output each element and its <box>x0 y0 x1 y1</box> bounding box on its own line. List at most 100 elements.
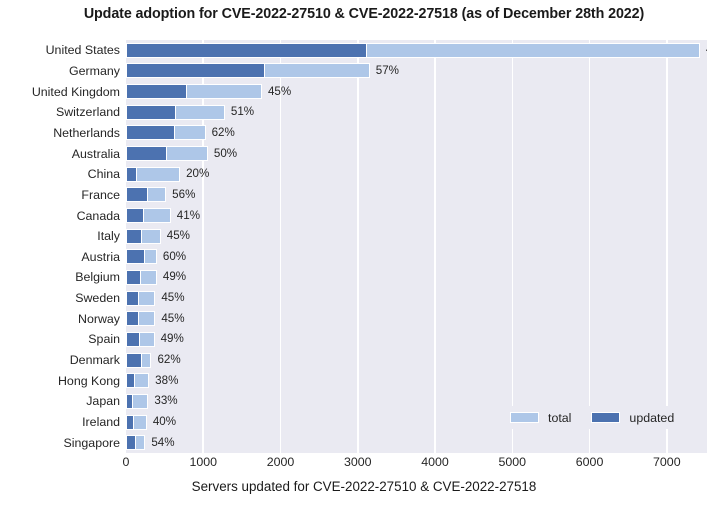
x-axis-label: Servers updated for CVE-2022-27510 & CVE… <box>191 479 537 494</box>
bar-row: 45% <box>126 84 707 100</box>
bar-updated <box>126 42 368 58</box>
bar-row: 56% <box>126 187 707 203</box>
bar-value-label: 20% <box>186 167 210 181</box>
legend-swatch <box>591 412 621 423</box>
bar-value-label: 45% <box>166 229 190 243</box>
bar-updated <box>126 166 137 182</box>
y-axis-tick-label: Spain <box>88 332 120 347</box>
y-axis-tick-label: Netherlands <box>53 125 120 140</box>
x-axis-tick-label: 1000 <box>189 455 218 469</box>
bar-updated <box>126 352 142 368</box>
y-axis-tick-label: Australia <box>71 146 120 161</box>
bar-updated <box>126 414 135 430</box>
bar-value-label: 56% <box>172 187 196 201</box>
bar-value-label: 62% <box>157 353 181 367</box>
gridline <box>202 40 205 453</box>
bar-updated <box>126 208 145 224</box>
bar-value-label: 51% <box>230 105 255 119</box>
gridline <box>588 40 591 453</box>
y-axis-tick-label: Sweden <box>75 291 120 306</box>
gridline <box>511 40 514 453</box>
bar-updated <box>126 146 167 162</box>
bar-row: 38% <box>126 373 707 389</box>
bar-row: 41% <box>126 208 707 224</box>
bar-updated <box>126 104 177 120</box>
bar-value-label: 33% <box>154 394 178 408</box>
bar-row: 51% <box>126 104 707 120</box>
bar-row: 45% <box>126 311 707 327</box>
x-axis-tick-label: 6000 <box>575 455 604 469</box>
y-axis-tick-label: Austria <box>81 249 120 264</box>
bar-value-label: 49% <box>160 332 184 346</box>
bar-row: 54% <box>126 435 707 451</box>
bar-value-label: 38% <box>155 373 179 387</box>
bar-value-label: 57% <box>375 63 399 77</box>
bar-updated <box>126 290 140 306</box>
y-axis-tick-label: United Kingdom <box>31 84 120 99</box>
bar-value-label: 41% <box>176 208 201 222</box>
y-axis-tick-label: Hong Kong <box>57 373 120 388</box>
x-axis-tick-label: 7000 <box>653 455 681 469</box>
legend-label: updated <box>629 410 675 425</box>
bar-updated <box>126 63 265 79</box>
y-axis-tick-label: China <box>87 167 120 182</box>
x-axis-tick-label: 3000 <box>343 455 372 469</box>
bar-value-label: 50% <box>213 146 238 160</box>
bar-value-label: 54% <box>151 435 175 449</box>
bar-updated <box>126 269 142 285</box>
y-axis-tick-label: Belgium <box>75 270 120 285</box>
bar-row: 49% <box>126 269 707 285</box>
y-axis-tick-label: Denmark <box>69 353 120 368</box>
y-axis-tick-label: France <box>81 187 120 202</box>
bar-value-label: 49% <box>162 270 187 284</box>
plot-area: 42% 57% 45% 51% 62% 50%20% 56% 41% 45% 60% 49% 45% 4… <box>126 40 707 453</box>
y-axis-tick-label: Germany <box>69 63 120 78</box>
bar-value-label: 40% <box>152 415 177 429</box>
y-axis-tick-label: United States <box>45 43 120 58</box>
bar-value-label: 60% <box>162 249 187 263</box>
bar-value-label: 42% <box>706 42 707 58</box>
bar-row: 62% <box>126 125 707 141</box>
y-axis-tick-label: Italy <box>97 229 120 244</box>
bar-value-label: 45% <box>161 291 185 305</box>
x-axis-tick-label: 4000 <box>421 455 449 469</box>
bar-row: 60% <box>126 249 707 265</box>
gridline <box>356 40 359 453</box>
bar-row: 49% <box>126 331 707 347</box>
bar-row: 45% <box>126 290 707 306</box>
legend-entry: total <box>510 411 571 425</box>
gridline <box>434 40 436 453</box>
bar-updated <box>126 435 137 451</box>
x-axis: 0 1000 2000 3000 4000 5000 6000 7000 <box>123 455 707 479</box>
y-axis-tick-label: Norway <box>78 311 120 326</box>
bar-row: 57% <box>126 63 707 79</box>
bar-updated <box>126 311 140 327</box>
bar-value-label: 45% <box>161 311 185 325</box>
legend-entry: updated <box>591 411 674 425</box>
bar-row: 20% <box>126 166 707 182</box>
bar-updated <box>126 125 176 141</box>
bar-value-label: 45% <box>267 84 292 98</box>
bar-updated <box>126 373 135 389</box>
gridline <box>279 40 282 453</box>
bar-row: 62% <box>126 352 707 368</box>
bar-updated <box>126 84 188 100</box>
bar-row: 50% <box>126 146 707 162</box>
bar-row: 45% <box>126 228 707 244</box>
x-axis-tick-label: 2000 <box>266 455 295 469</box>
y-axis: United States Germany United Kingdom Switze… <box>0 40 120 453</box>
y-axis-tick-label: Canada <box>76 208 120 223</box>
bar-row: 42% <box>126 42 707 58</box>
legend-label: total <box>548 410 572 425</box>
legend-swatch <box>510 412 539 423</box>
bar-value-label: 62% <box>211 125 235 139</box>
bar-updated <box>126 331 140 347</box>
y-axis-tick-label: Ireland <box>82 415 120 430</box>
bar-updated <box>126 187 149 203</box>
y-axis-tick-label: Japan <box>86 394 120 409</box>
y-axis-tick-label: Singapore <box>63 435 121 450</box>
bar-updated <box>126 393 134 409</box>
x-axis-tick-label: 5000 <box>498 455 527 469</box>
y-axis-tick-label: Switzerland <box>55 105 120 120</box>
bar-updated <box>126 249 145 265</box>
